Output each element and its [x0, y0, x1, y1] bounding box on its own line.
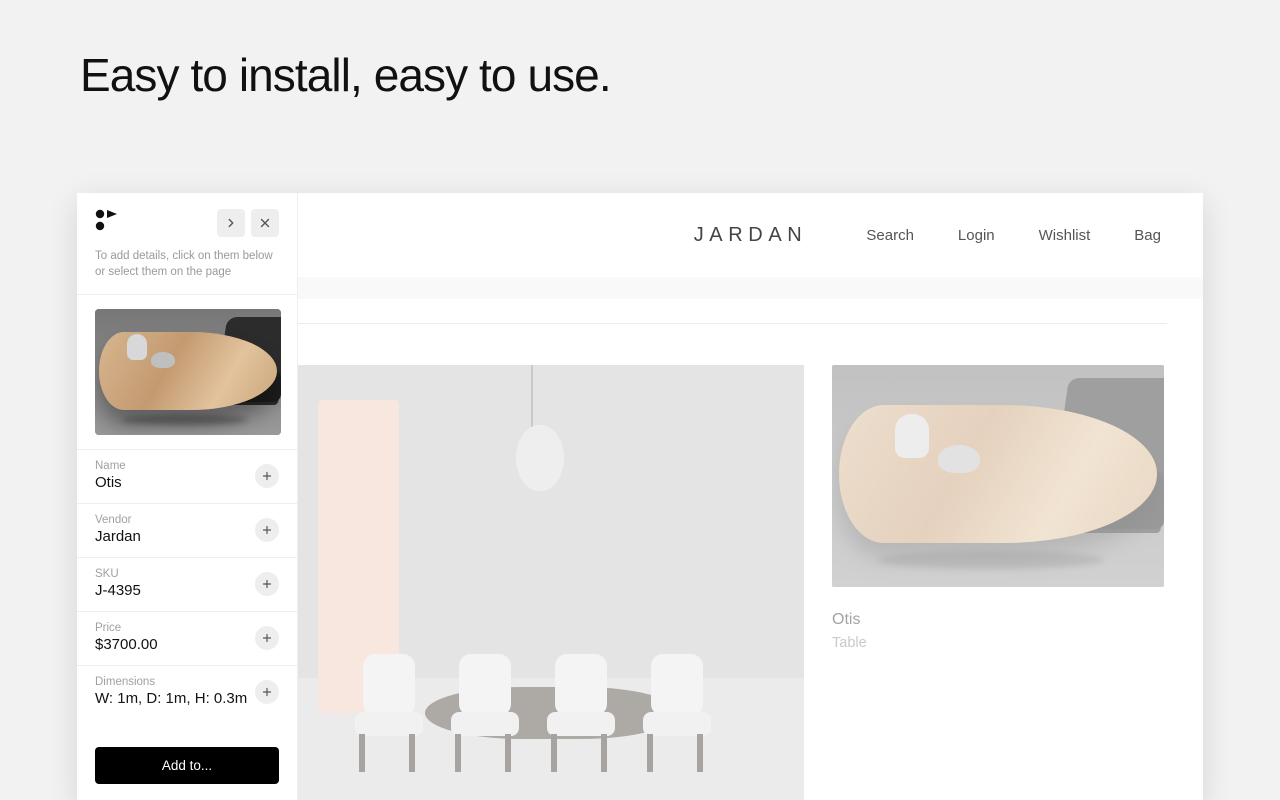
content-divider: [298, 323, 1167, 324]
field-value: Jardan: [95, 528, 141, 545]
product-name: Otis: [832, 611, 1164, 629]
add-field-button[interactable]: [255, 626, 279, 650]
hero-band: [298, 277, 1203, 299]
field-sku[interactable]: SKU J-4395: [77, 557, 297, 611]
forward-button[interactable]: [217, 209, 245, 237]
add-field-button[interactable]: [255, 572, 279, 596]
field-value: J-4395: [95, 582, 141, 599]
lifestyle-image: [298, 365, 804, 800]
product-image: [832, 365, 1164, 587]
underlying-page: JARDAN Search Login Wishlist Bag: [298, 193, 1203, 800]
sidebar-header: [77, 193, 297, 249]
nav-bag[interactable]: Bag: [1134, 227, 1161, 244]
site-nav: Search Login Wishlist Bag: [866, 227, 1161, 244]
nav-search[interactable]: Search: [866, 227, 914, 244]
field-label: Price: [95, 622, 158, 634]
add-field-button[interactable]: [255, 464, 279, 488]
field-value: Otis: [95, 474, 126, 491]
site-header: JARDAN Search Login Wishlist Bag: [298, 193, 1203, 277]
sidebar-scroll: Name Otis Vendor Jardan SKU: [77, 295, 297, 735]
field-label: SKU: [95, 568, 141, 580]
field-value: W: 1m, D: 1m, H: 0.3m: [95, 690, 247, 707]
hero-title: Easy to install, easy to use.: [80, 48, 611, 102]
field-value: $3700.00: [95, 636, 158, 653]
field-label: Vendor: [95, 514, 141, 526]
field-vendor[interactable]: Vendor Jardan: [77, 503, 297, 557]
main-content: Otis Table: [298, 365, 1203, 800]
product-type: Table: [832, 635, 1164, 651]
nav-login[interactable]: Login: [958, 227, 995, 244]
nav-wishlist[interactable]: Wishlist: [1039, 227, 1091, 244]
app-logo-icon: [95, 209, 123, 233]
sidebar-hint: To add details, click on them below or s…: [77, 249, 297, 294]
close-button[interactable]: [251, 209, 279, 237]
field-name[interactable]: Name Otis: [77, 449, 297, 503]
app-window: To add details, click on them below or s…: [77, 193, 1203, 800]
product-card[interactable]: Otis Table: [832, 365, 1164, 800]
site-brand[interactable]: JARDAN: [694, 224, 808, 247]
extension-sidebar: To add details, click on them below or s…: [77, 193, 298, 800]
field-label: Name: [95, 460, 126, 472]
field-price[interactable]: Price $3700.00: [77, 611, 297, 665]
add-to-button[interactable]: Add to...: [95, 747, 279, 784]
field-label: Dimensions: [95, 676, 247, 688]
add-field-button[interactable]: [255, 680, 279, 704]
field-dimensions[interactable]: Dimensions W: 1m, D: 1m, H: 0.3m: [77, 665, 297, 719]
sidebar-footer: Add to...: [77, 735, 297, 800]
product-thumbnail[interactable]: [95, 309, 281, 435]
add-field-button[interactable]: [255, 518, 279, 542]
